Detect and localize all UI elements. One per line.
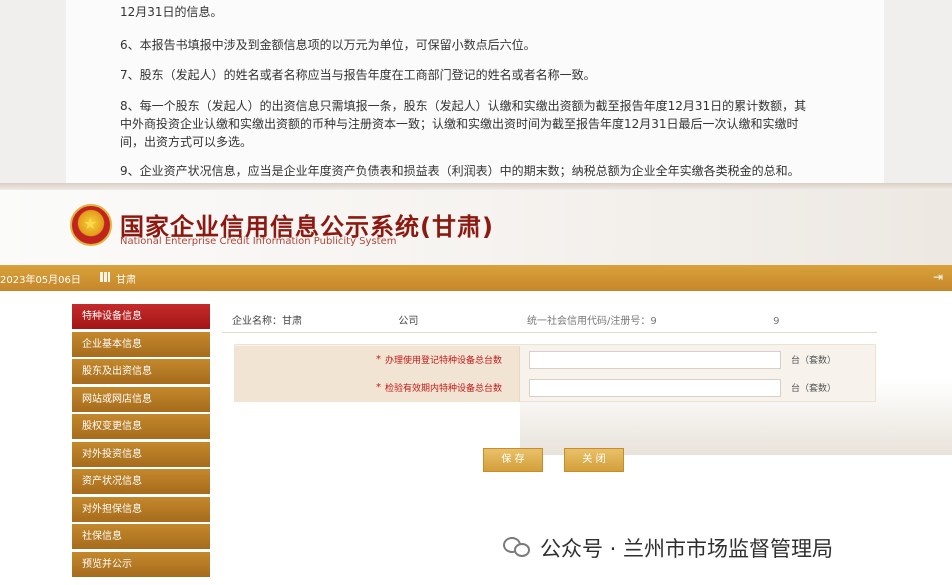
company-name-suffix: 公司 <box>398 316 419 327</box>
form-row-inspected: * 检验有效期内特种设备总台数 台（套数） <box>235 374 877 402</box>
doc-line-5: 中外商投资企业认缴和实缴出资额的币种与注册资本一致；认缴和实缴出资时间为截至报告… <box>120 117 799 131</box>
nav-date: 2023年05月06日 <box>0 275 81 286</box>
site-subtitle: National Enterprise Credit Information P… <box>120 236 397 247</box>
doc-line-6: 间，出资方式可以多选。 <box>120 135 253 149</box>
top-nav-bar: 2023年05月06日 甘肃 ⇥ <box>0 265 952 291</box>
sidebar-item-website[interactable]: 网站或网店信息 <box>72 386 210 412</box>
save-button[interactable]: 保 存 <box>483 448 543 472</box>
inspected-equipment-label: 检验有效期内特种设备总台数 <box>385 384 503 394</box>
sidebar-item-preview-publish[interactable]: 预览并公示 <box>72 551 210 577</box>
close-button[interactable]: 关 闭 <box>564 448 624 472</box>
credit-code-label: 统一社会信用代码/注册号：9 <box>527 316 657 327</box>
doc-line-7: 9、企业资产状况信息，应当是企业年度资产负债表和损益表（利润表）中的期末数；纳税… <box>120 164 800 178</box>
watermark-text: 公众号 · 兰州市市场监督管理局 <box>540 537 834 561</box>
sidebar-item-basic-info[interactable]: 企业基本信息 <box>72 331 210 357</box>
credit-code: 统一社会信用代码/注册号：9 9 <box>527 312 779 327</box>
main-content: 企业名称：甘肃 公司 统一社会信用代码/注册号：9 9 * 办理使用登记特种设备… <box>222 304 882 454</box>
sidebar-item-assets[interactable]: 资产状况信息 <box>72 469 210 494</box>
registered-equipment-label: 办理使用登记特种设备总台数 <box>385 356 503 366</box>
company-name-label: 企业名称：甘肃 <box>232 316 302 327</box>
inspected-equipment-input[interactable] <box>529 379 781 397</box>
unit-label: 台（套数） <box>791 384 837 394</box>
emblem-star-icon: ★ <box>83 214 98 233</box>
unit-label: 台（套数） <box>791 356 837 366</box>
nav-user: 甘肃 <box>116 275 136 286</box>
label-cell: * 办理使用登记特种设备总台数 <box>235 346 520 374</box>
sidebar-item-special-equipment[interactable]: 特种设备信息 <box>72 304 210 329</box>
equipment-form: * 办理使用登记特种设备总台数 台（套数） * 检验有效期内特种设备总台数 台（… <box>234 344 876 402</box>
form-row-registered: * 办理使用登记特种设备总台数 台（套数） <box>235 346 877 374</box>
sidebar-item-shareholders[interactable]: 股东及出资信息 <box>72 359 210 384</box>
sidebar-menu: 特种设备信息 企业基本信息 股东及出资信息 网站或网店信息 股权变更信息 对外投… <box>72 304 210 579</box>
separator-line <box>222 332 877 333</box>
sidebar-item-equity-change[interactable]: 股权变更信息 <box>72 414 210 439</box>
label-cell: * 检验有效期内特种设备总台数 <box>235 374 520 402</box>
doc-line-3: 7、股东（发起人）的姓名或者名称应当与报告年度在工商部门登记的姓名或者名称一致。 <box>120 68 596 82</box>
grid-icon[interactable] <box>100 272 110 282</box>
doc-line-4: 8、每一个股东（发起人）的出资信息只需填报一条，股东（发起人）认缴和实缴出资额为… <box>120 99 807 113</box>
sidebar-item-social-security[interactable]: 社保信息 <box>72 524 210 549</box>
wechat-icon <box>503 537 533 559</box>
required-mark: * <box>376 354 381 365</box>
company-name: 企业名称：甘肃 公司 <box>232 312 418 327</box>
logout-icon[interactable]: ⇥ <box>933 270 947 284</box>
instructions-document: 12月31日的信息。 6、本报告书填报中涉及到金额信息项的以万元为单位，可保留小… <box>0 0 952 190</box>
registered-equipment-input[interactable] <box>529 351 781 369</box>
required-mark: * <box>376 382 381 393</box>
sidebar-item-investment[interactable]: 对外投资信息 <box>72 441 210 467</box>
doc-line-2: 6、本报告书填报中涉及到金额信息项的以万元为单位，可保留小数点后六位。 <box>120 38 536 52</box>
doc-line-1: 12月31日的信息。 <box>120 5 223 19</box>
sidebar-item-guarantee[interactable]: 对外担保信息 <box>72 496 210 522</box>
credit-code-tail: 9 <box>773 316 780 327</box>
